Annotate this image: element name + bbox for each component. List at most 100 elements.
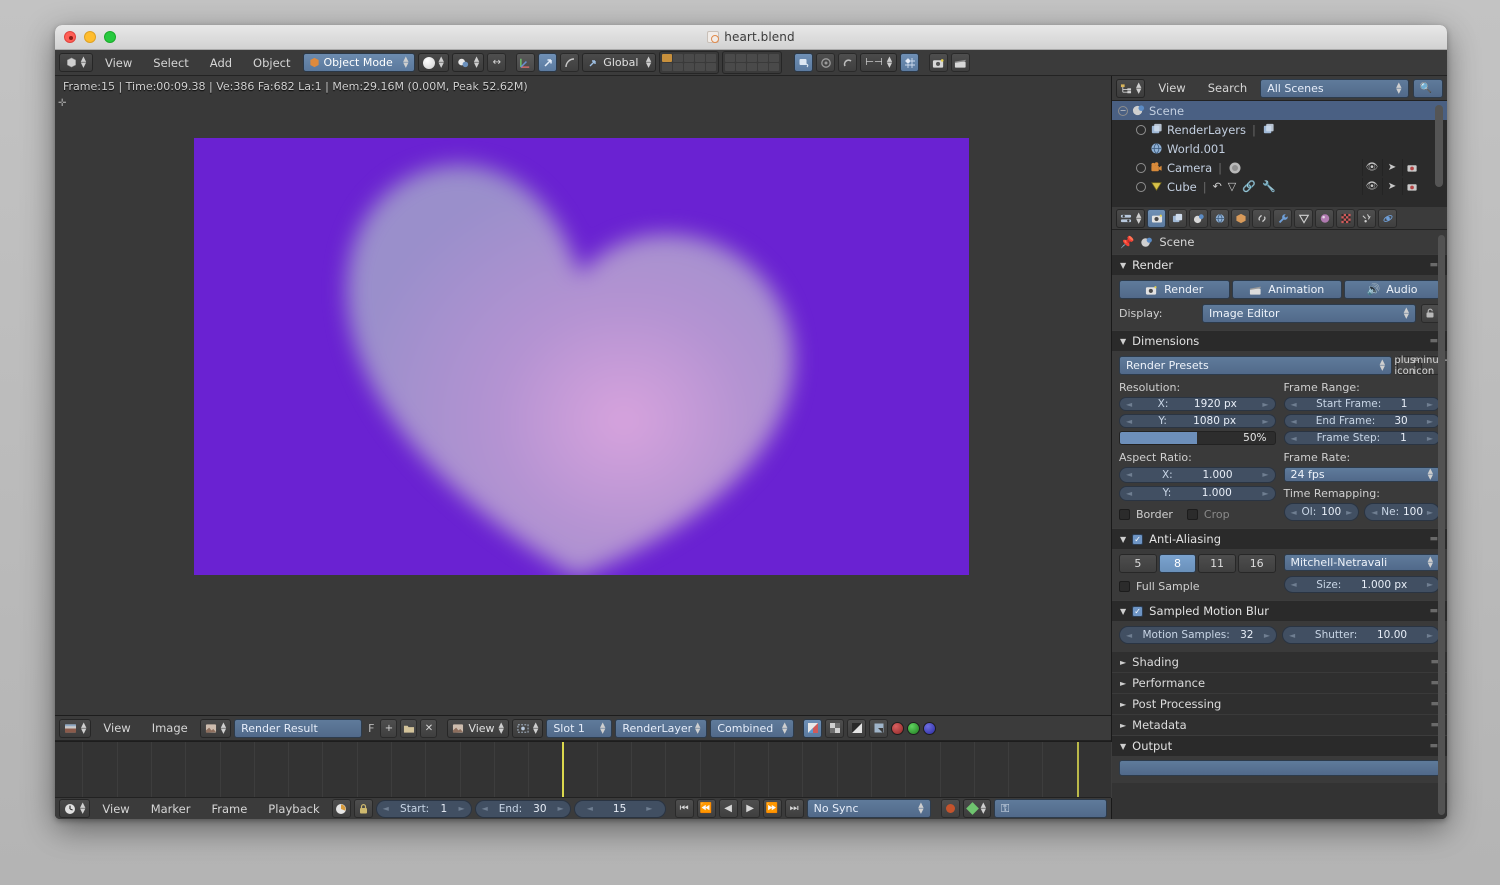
- properties-tab-world[interactable]: [1210, 208, 1230, 228]
- start-frame-field[interactable]: ◄ Start: 1 ►: [375, 799, 472, 818]
- aa-sample-16[interactable]: 16: [1237, 554, 1276, 573]
- link-icon[interactable]: 🔗: [1242, 180, 1256, 193]
- outliner-tree[interactable]: − Scene RenderLayers | World.001 Camera …: [1112, 101, 1447, 207]
- channel-green-button[interactable]: [907, 721, 921, 735]
- timeline-canvas[interactable]: [55, 742, 1112, 798]
- display-channel-render-button[interactable]: [869, 718, 889, 738]
- keying-set-selector[interactable]: ▲ ▼: [962, 799, 991, 818]
- sync-mode-selector[interactable]: No Sync ▲ ▼: [806, 799, 931, 818]
- properties-tab-constraints[interactable]: [1252, 208, 1272, 228]
- motion-blur-checkbox[interactable]: ✓: [1132, 605, 1144, 617]
- properties-tab-particles[interactable]: [1357, 208, 1377, 228]
- decrement-arrow-icon[interactable]: ◄: [1291, 508, 1297, 517]
- decrement-arrow-icon[interactable]: ◄: [1289, 631, 1295, 640]
- play-reverse-button[interactable]: ◀: [718, 799, 738, 818]
- resolution-y-field[interactable]: ◄ Y: 1080 px ►: [1119, 414, 1276, 428]
- layer-cell[interactable]: [769, 54, 780, 62]
- layer-cell[interactable]: [758, 54, 769, 62]
- display-channel-alpha-button[interactable]: [825, 718, 845, 738]
- manipulator-rotate-icon[interactable]: [560, 53, 580, 72]
- render-layer-selector[interactable]: RenderLayer ▲ ▼: [615, 718, 708, 738]
- motion-samples-field[interactable]: ◄ Motion Samples: 32 ►: [1119, 626, 1277, 644]
- timeline-menu-view[interactable]: View: [93, 799, 138, 819]
- aa-sample-11[interactable]: 11: [1198, 554, 1236, 573]
- keying-set-field[interactable]: ⚿: [994, 799, 1107, 818]
- crop-checkbox[interactable]: [1186, 509, 1198, 520]
- outliner-search-input[interactable]: 🔍: [1412, 78, 1443, 98]
- outliner-menu-search[interactable]: Search: [1199, 78, 1257, 98]
- mode-selector[interactable]: Object Mode ▲ ▼: [302, 53, 415, 72]
- outliner-row-cube[interactable]: Cube | ↶ ▽ 🔗 🔧 👁 ➤: [1112, 177, 1447, 196]
- proportional-edit-icon[interactable]: [816, 53, 836, 72]
- uv-pivot-selector[interactable]: ▲ ▼: [511, 718, 544, 738]
- snap-element-icon[interactable]: ↔: [487, 53, 507, 72]
- panel-header-output[interactable]: ▼ Output ▬: [1112, 735, 1447, 756]
- decrement-arrow-icon[interactable]: ◄: [1126, 631, 1132, 640]
- layer-cell[interactable]: [695, 54, 706, 62]
- panel-header-metadata[interactable]: ► Metadata ▬: [1112, 714, 1447, 735]
- image-datablock-browse[interactable]: ▲ ▼: [199, 718, 232, 738]
- wrench-icon[interactable]: 🔧: [1262, 180, 1276, 193]
- editor-type-selector-properties[interactable]: ▲ ▼: [1116, 208, 1146, 228]
- increment-arrow-icon[interactable]: ►: [1427, 580, 1433, 589]
- aa-filter-selector[interactable]: Mitchell-Netravali ▲ ▼: [1283, 554, 1440, 571]
- panel-header-render[interactable]: ▼ Render ▬: [1112, 254, 1447, 275]
- animation-icon[interactable]: ↶: [1213, 180, 1222, 193]
- snap-target-selector[interactable]: ⊢⊣ ▲ ▼: [860, 53, 898, 72]
- increment-arrow-icon[interactable]: ►: [1427, 434, 1433, 443]
- audio-button[interactable]: 🔊 Audio: [1344, 280, 1440, 299]
- panel-header-post-processing[interactable]: ► Post Processing ▬: [1112, 693, 1447, 714]
- properties-tab-data[interactable]: [1294, 208, 1314, 228]
- decrement-arrow-icon[interactable]: ◄: [1126, 489, 1132, 498]
- render-pass-selector[interactable]: Combined ▲ ▼: [710, 718, 795, 738]
- display-channel-color-button[interactable]: [803, 718, 823, 738]
- editor-type-selector-outliner[interactable]: ▲ ▼: [1116, 78, 1146, 98]
- aa-sample-5[interactable]: 5: [1119, 554, 1157, 573]
- render-still-icon[interactable]: [929, 53, 949, 72]
- layer-cell[interactable]: [684, 63, 695, 71]
- layer-cell[interactable]: [758, 63, 769, 71]
- image-editor-canvas[interactable]: Frame:15 | Time:00:09.38 | Ve:386 Fa:682…: [55, 76, 1111, 715]
- layer-cell[interactable]: [747, 63, 758, 71]
- decrement-arrow-icon[interactable]: ◄: [383, 804, 389, 813]
- layer-cell[interactable]: [706, 54, 717, 62]
- render-animation-icon[interactable]: [951, 53, 971, 72]
- increment-arrow-icon[interactable]: ►: [1427, 508, 1433, 517]
- next-keyframe-button[interactable]: ⏩: [762, 799, 782, 818]
- panel-header-dimensions[interactable]: ▼ Dimensions ▬: [1112, 330, 1447, 351]
- layer-cell[interactable]: [695, 63, 706, 71]
- timeline-menu-marker[interactable]: Marker: [142, 799, 200, 819]
- display-channel-zbuffer-button[interactable]: [847, 718, 867, 738]
- only-render-icon[interactable]: [331, 799, 351, 818]
- panel-header-antialiasing[interactable]: ▼ ✓ Anti-Aliasing ▬: [1112, 528, 1447, 549]
- layer-cell[interactable]: [736, 54, 747, 62]
- frame-step-field[interactable]: ◄ Frame Step: 1 ►: [1283, 431, 1440, 445]
- time-remap-new-field[interactable]: ◄ Ne: 100 ►: [1364, 503, 1440, 521]
- menu-select[interactable]: Select: [144, 53, 197, 73]
- channel-blue-button[interactable]: [923, 721, 937, 735]
- increment-arrow-icon[interactable]: ►: [1264, 631, 1270, 640]
- editor-type-selector[interactable]: ▲ ▼: [59, 53, 93, 72]
- jump-to-end-button[interactable]: ⏭: [784, 799, 804, 818]
- layer-cell[interactable]: [725, 63, 736, 71]
- increment-arrow-icon[interactable]: ►: [1427, 400, 1433, 409]
- decrement-arrow-icon[interactable]: ◄: [587, 804, 593, 813]
- full-sample-checkbox[interactable]: [1119, 581, 1130, 592]
- increment-arrow-icon[interactable]: ►: [1346, 508, 1352, 517]
- increment-arrow-icon[interactable]: ►: [458, 804, 464, 813]
- expand-toggle-icon[interactable]: [1136, 124, 1146, 135]
- timeline-playhead[interactable]: [562, 742, 565, 798]
- expand-toggle-icon[interactable]: −: [1118, 105, 1128, 116]
- time-remap-old-field[interactable]: ◄ Ol: 100 ►: [1283, 503, 1360, 521]
- display-mode-selector[interactable]: Image Editor ▲ ▼: [1202, 304, 1416, 323]
- layer-cell[interactable]: [769, 63, 780, 71]
- increment-arrow-icon[interactable]: ►: [1427, 417, 1433, 426]
- decrement-arrow-icon[interactable]: ◄: [1371, 508, 1377, 517]
- layer-cell[interactable]: [747, 54, 758, 62]
- outliner-row-renderlayers[interactable]: RenderLayers |: [1112, 120, 1447, 139]
- aa-sample-8[interactable]: 8: [1158, 554, 1197, 573]
- aspect-y-field[interactable]: ◄ Y: 1.000 ►: [1119, 485, 1276, 501]
- layer-cell[interactable]: [662, 63, 673, 71]
- increment-arrow-icon[interactable]: ►: [1262, 470, 1268, 479]
- outliner-row-scene[interactable]: − Scene: [1112, 101, 1447, 120]
